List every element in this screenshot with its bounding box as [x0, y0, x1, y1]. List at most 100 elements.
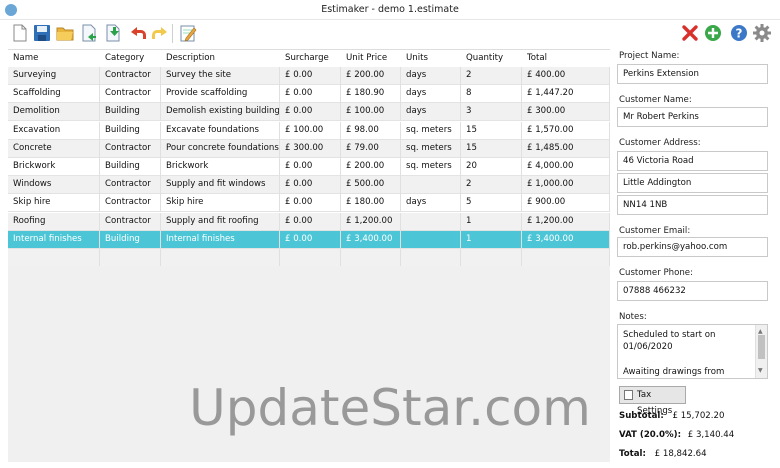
column-header[interactable]: Description: [161, 50, 280, 68]
settings-icon[interactable]: [752, 23, 772, 43]
table-cell[interactable]: Contractor: [100, 194, 161, 213]
table-cell[interactable]: 8: [461, 85, 522, 104]
table-cell[interactable]: Windows: [8, 176, 100, 195]
open-folder-icon[interactable]: [55, 23, 75, 43]
table-cell[interactable]: £ 100.00: [341, 103, 401, 122]
table-cell[interactable]: £ 180.00: [341, 194, 401, 213]
scroll-down-icon[interactable]: ▼: [758, 365, 763, 377]
table-row[interactable]: Skip hire Contractor Skip hire £ 0.00 £ 180.…: [8, 194, 610, 213]
table-row[interactable]: Surveying Contractor Survey the site £ 0.00…: [8, 67, 610, 85]
table-row[interactable]: Demolition Building Demolish existing buil…: [8, 103, 610, 122]
table-cell[interactable]: Internal finishes: [8, 230, 100, 249]
save-icon[interactable]: [32, 23, 52, 43]
table-row[interactable]: Roofing Contractor Supply and fit roofing £…: [8, 212, 610, 231]
table-cell[interactable]: £ 180.90: [341, 85, 401, 104]
table-cell[interactable]: [100, 249, 161, 267]
new-row[interactable]: [8, 249, 610, 267]
help-icon[interactable]: ?: [729, 23, 749, 43]
table-cell[interactable]: days: [401, 85, 461, 104]
export-icon[interactable]: [79, 23, 99, 43]
table-cell[interactable]: 2: [461, 176, 522, 195]
table-cell[interactable]: £ 1,570.00: [522, 121, 610, 140]
table-cell[interactable]: 2: [461, 67, 522, 85]
table-cell[interactable]: 3: [461, 103, 522, 122]
table-row[interactable]: Internal finishes Building Internal finish…: [8, 230, 610, 249]
table-cell[interactable]: Contractor: [100, 176, 161, 195]
table-cell[interactable]: Supply and fit roofing: [161, 212, 280, 231]
table-cell[interactable]: £ 200.00: [341, 67, 401, 85]
table-cell[interactable]: Building: [100, 158, 161, 176]
table-cell[interactable]: days: [401, 103, 461, 122]
column-header[interactable]: Category: [100, 50, 161, 68]
column-header[interactable]: Total: [522, 50, 610, 68]
scroll-thumb[interactable]: [758, 335, 765, 359]
column-header[interactable]: Unit Price: [341, 50, 401, 68]
table-cell[interactable]: Brickwork: [161, 158, 280, 176]
table-cell[interactable]: [522, 249, 610, 267]
table-cell[interactable]: 5: [461, 194, 522, 213]
table-row[interactable]: Concrete Contractor Pour concrete foundati…: [8, 139, 610, 158]
address-line-1-field[interactable]: 46 Victoria Road: [617, 151, 768, 171]
new-file-icon[interactable]: [10, 23, 30, 43]
table-cell[interactable]: £ 300.00: [522, 103, 610, 122]
table-cell[interactable]: £ 0.00: [280, 176, 341, 195]
table-cell[interactable]: Building: [100, 121, 161, 140]
table-cell[interactable]: 1: [461, 230, 522, 249]
table-cell[interactable]: £ 3,400.00: [341, 230, 401, 249]
table-cell[interactable]: Skip hire: [161, 194, 280, 213]
table-cell[interactable]: £ 100.00: [280, 121, 341, 140]
table-cell[interactable]: [401, 230, 461, 249]
delete-icon[interactable]: [680, 23, 700, 43]
add-icon[interactable]: [703, 23, 723, 43]
table-cell[interactable]: [161, 249, 280, 267]
table-cell[interactable]: sq. meters: [401, 121, 461, 140]
table-cell[interactable]: £ 0.00: [280, 230, 341, 249]
table-cell[interactable]: Building: [100, 103, 161, 122]
import-icon[interactable]: [103, 23, 123, 43]
table-row[interactable]: Excavation Building Excavate foundations £ …: [8, 121, 610, 140]
table-cell[interactable]: Roofing: [8, 212, 100, 231]
table-cell[interactable]: £ 0.00: [280, 158, 341, 176]
table-cell[interactable]: Scaffolding: [8, 85, 100, 104]
table-cell[interactable]: £ 0.00: [280, 103, 341, 122]
table-cell[interactable]: £ 500.00: [341, 176, 401, 195]
table-cell[interactable]: 15: [461, 121, 522, 140]
table-row[interactable]: Windows Contractor Supply and fit windows £…: [8, 176, 610, 195]
table-cell[interactable]: Building: [100, 230, 161, 249]
table-cell[interactable]: £ 200.00: [341, 158, 401, 176]
table-cell[interactable]: [401, 176, 461, 195]
table-cell[interactable]: Contractor: [100, 212, 161, 231]
table-cell[interactable]: days: [401, 67, 461, 85]
table-cell[interactable]: £ 1,485.00: [522, 139, 610, 158]
table-cell[interactable]: £ 300.00: [280, 139, 341, 158]
customer-name-field[interactable]: Mr Robert Perkins: [617, 107, 768, 127]
table-cell[interactable]: Contractor: [100, 139, 161, 158]
table-cell[interactable]: 1: [461, 212, 522, 231]
table-cell[interactable]: Demolish existing building: [161, 103, 280, 122]
table-cell[interactable]: Brickwork: [8, 158, 100, 176]
table-cell[interactable]: Pour concrete foundations: [161, 139, 280, 158]
table-cell[interactable]: sq. meters: [401, 139, 461, 158]
table-cell[interactable]: Surveying: [8, 67, 100, 85]
table-cell[interactable]: £ 0.00: [280, 67, 341, 85]
notes-scrollbar[interactable]: ▲ ▼: [755, 325, 767, 378]
table-cell[interactable]: Contractor: [100, 85, 161, 104]
table-cell[interactable]: days: [401, 194, 461, 213]
table-cell[interactable]: £ 1,200.00: [522, 212, 610, 231]
table-cell[interactable]: £ 0.00: [280, 194, 341, 213]
redo-icon[interactable]: [150, 23, 170, 43]
table-cell[interactable]: £ 0.00: [280, 85, 341, 104]
table-cell[interactable]: sq. meters: [401, 158, 461, 176]
table-cell[interactable]: £ 4,000.00: [522, 158, 610, 176]
notes-field[interactable]: Scheduled to start on 01/06/2020 Awaitin…: [617, 324, 768, 379]
table-cell[interactable]: Contractor: [100, 67, 161, 85]
column-header[interactable]: Quantity: [461, 50, 522, 68]
table-row[interactable]: Scaffolding Contractor Provide scaffolding…: [8, 85, 610, 104]
table-cell[interactable]: £ 1,200.00: [341, 212, 401, 231]
project-name-field[interactable]: Perkins Extension: [617, 64, 768, 84]
table-cell[interactable]: £ 400.00: [522, 67, 610, 85]
table-cell[interactable]: [401, 212, 461, 231]
address-line-2-field[interactable]: Little Addington: [617, 173, 768, 193]
address-line-3-field[interactable]: NN14 1NB: [617, 195, 768, 215]
table-cell[interactable]: [8, 249, 100, 267]
